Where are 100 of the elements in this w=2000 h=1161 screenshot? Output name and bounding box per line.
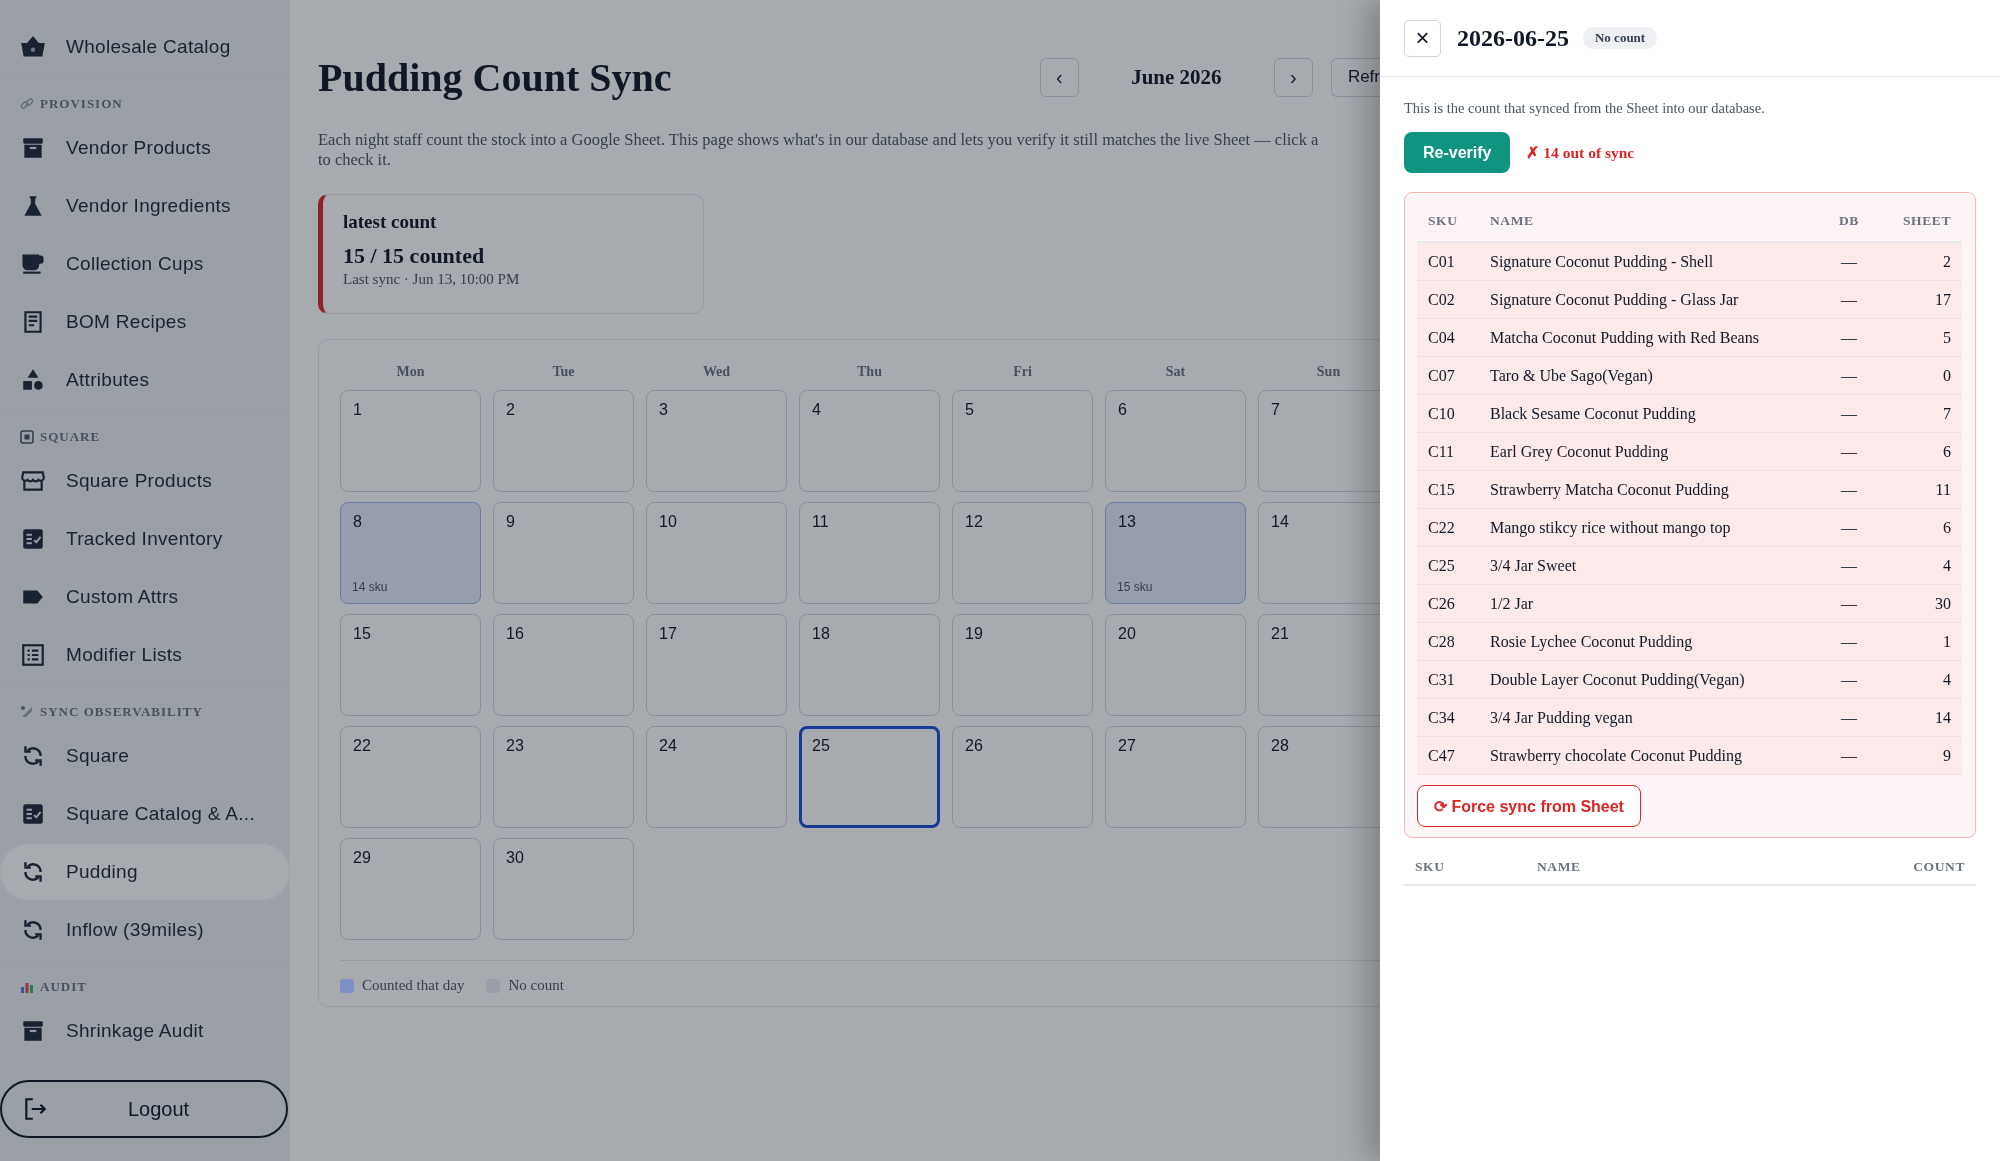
description-text: to check it. (318, 150, 392, 170)
status-badge: No count (1583, 27, 1658, 49)
section-heading: AUDIT (40, 979, 87, 995)
day-cell[interactable]: 17 (646, 614, 787, 716)
day-cell[interactable]: 27 (1105, 726, 1246, 828)
modal-backdrop[interactable] (0, 0, 1380, 1161)
checklist-icon (20, 526, 46, 552)
weekday-label: Tue (551, 364, 576, 380)
day-cell[interactable]: 19 (952, 614, 1093, 716)
archive-box-icon (20, 135, 46, 161)
day-cell[interactable]: 3 (646, 390, 787, 492)
day-cell[interactable]: 9 (493, 502, 634, 604)
archive-box-icon (20, 1018, 46, 1044)
legend-label: No count (508, 977, 564, 994)
sheet-cell: 2 (1880, 242, 1962, 281)
nav-item[interactable]: Vendor Products (0, 119, 290, 177)
day-cell[interactable]: 15 (340, 614, 481, 716)
day-cell[interactable]: 25 (799, 726, 940, 828)
sku-cell: C15 (1417, 470, 1479, 509)
sheet-cell: 14 (1880, 698, 1962, 737)
close-button[interactable]: × (1404, 19, 1441, 57)
sheet-cell: 11 (1880, 470, 1962, 509)
nav-item[interactable]: Modifier Lists (0, 626, 290, 684)
section-heading: SQUARE (40, 429, 101, 445)
day-cell[interactable]: 16 (493, 614, 634, 716)
name-cell: Matcha Coconut Pudding with Red Beans (1479, 318, 1818, 357)
day-cell[interactable]: 6 (1105, 390, 1246, 492)
nav-item[interactable]: Inflow (39miles) (0, 901, 290, 959)
storefront-icon (20, 468, 46, 494)
nav-item[interactable]: Shrinkage Audit (0, 1002, 290, 1060)
sku-cell: C47 (1417, 736, 1479, 775)
sheet-cell: 30 (1880, 584, 1962, 623)
column-header: SKU (1404, 850, 1526, 885)
sku-cell: C02 (1417, 280, 1479, 319)
name-cell: 1/2 Jar (1479, 584, 1818, 623)
day-cell[interactable]: 22 (340, 726, 481, 828)
nav-item[interactable]: BOM Recipes (0, 293, 290, 351)
db-cell: — (1818, 242, 1880, 281)
nav-item[interactable]: Pudding (0, 843, 290, 901)
previous-month-button[interactable]: ‹ (1039, 57, 1079, 97)
day-cell[interactable]: 5 (952, 390, 1093, 492)
day-cell[interactable]: 13 15 sku (1105, 502, 1246, 604)
nav-item[interactable]: Vendor Ingredients (0, 177, 290, 235)
day-cell[interactable]: 20 (1105, 614, 1246, 716)
nav-item[interactable]: Square (0, 727, 290, 785)
day-cell[interactable]: 29 (340, 838, 481, 940)
next-month-button[interactable]: › (1273, 57, 1313, 97)
day-cell[interactable]: 10 (646, 502, 787, 604)
day-cell[interactable]: 24 (646, 726, 787, 828)
sku-cell: C10 (1417, 394, 1479, 433)
name-cell: Double Layer Coconut Pudding(Vegan) (1479, 660, 1818, 699)
nav-item[interactable]: Wholesale Catalog (0, 18, 290, 76)
sku-cell: C28 (1417, 622, 1479, 661)
sku-cell: C34 (1417, 698, 1479, 737)
sheet-cell: 6 (1880, 432, 1962, 471)
panel-date: 2026-06-25 (1457, 24, 1569, 52)
nav-item[interactable]: Tracked Inventory (0, 510, 290, 568)
day-cell[interactable]: 23 (493, 726, 634, 828)
logout-button[interactable]: Logout (0, 1080, 288, 1138)
description-text: Each night staff count the stock into a Google Sheet. This page shows what's in our database and lets you verify it still matches the live Sheet — click a (318, 130, 1320, 150)
sku-cell: C31 (1417, 660, 1479, 699)
sku-cell: C11 (1417, 432, 1479, 471)
last-sync-text: Last sync · Jun 13, 10:00 PM (343, 271, 521, 288)
db-cell: — (1818, 394, 1880, 433)
checklist-icon (20, 801, 46, 827)
db-cell: — (1818, 280, 1880, 319)
link-icon (20, 97, 34, 111)
name-cell: Strawberry Matcha Coconut Pudding (1479, 470, 1818, 509)
db-cell: — (1818, 698, 1880, 737)
day-cell[interactable]: 11 (799, 502, 940, 604)
day-cell[interactable]: 1 (340, 390, 481, 492)
db-cell: — (1818, 432, 1880, 471)
day-cell[interactable]: 30 (493, 838, 634, 940)
day-cell[interactable]: 12 (952, 502, 1093, 604)
weekday-label: Fri (1012, 364, 1033, 380)
name-cell: Earl Grey Coconut Pudding (1479, 432, 1818, 471)
day-cell[interactable]: 8 14 sku (340, 502, 481, 604)
day-cell[interactable]: 18 (799, 614, 940, 716)
nav-item[interactable]: Square Products (0, 452, 290, 510)
refresh-button[interactable]: Refr (1330, 57, 1380, 97)
sync-status: ✗ 14 out of sync (1526, 143, 1635, 162)
day-cell[interactable]: 2 (493, 390, 634, 492)
logout-icon (22, 1096, 48, 1122)
day-cell[interactable]: 26 (952, 726, 1093, 828)
nav-item[interactable]: Collection Cups (0, 235, 290, 293)
day-cell[interactable]: 4 (799, 390, 940, 492)
sheet-cell: 4 (1880, 660, 1962, 699)
list-icon (20, 642, 46, 668)
nav-item[interactable]: Custom Attrs (0, 568, 290, 626)
weekday-label: Mon (395, 364, 426, 380)
reverify-button[interactable]: Re-verify (1404, 132, 1511, 173)
name-cell: Mango stikcy rice without mango top (1479, 508, 1818, 547)
sku-cell: C04 (1417, 318, 1479, 357)
sheet-cell: 4 (1880, 546, 1962, 585)
nav-item[interactable]: Attributes (0, 351, 290, 409)
column-header: COUNT (1737, 850, 1976, 885)
nav-item[interactable]: Square Catalog & A... (0, 785, 290, 843)
name-cell: 3/4 Jar Sweet (1479, 546, 1818, 585)
force-sync-button[interactable]: ⟳ Force sync from Sheet (1417, 785, 1641, 827)
column-header: NAME (1526, 850, 1738, 885)
